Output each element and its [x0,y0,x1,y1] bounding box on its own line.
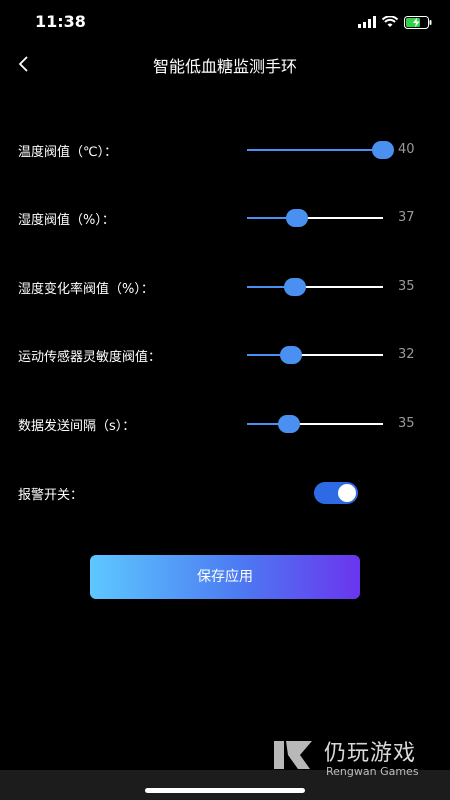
slider-thumb[interactable] [283,278,306,296]
wifi-icon [382,16,398,27]
humidity-change-rate-slider[interactable] [247,278,383,296]
slider-thumb[interactable] [278,415,301,433]
humidity-threshold-slider[interactable] [247,209,383,227]
alarm-toggle[interactable] [314,482,358,504]
battery-charging-icon [404,15,432,29]
setting-row-humidity-change-rate-threshold: 湿度变化率阀值（%）： 35 [0,269,450,305]
watermark-brand-en: Rengwan Games [326,765,419,778]
setting-value: 37 [398,210,415,225]
slider-thumb[interactable] [286,209,309,227]
setting-label: 温度阀值（℃）： [18,145,118,160]
watermark: 仍玩游戏 Rengwan Games [270,733,440,781]
slider-thumb[interactable] [372,141,394,159]
data-send-interval-slider[interactable] [247,415,383,433]
setting-label: 运动传感器灵敏度阀值： [18,350,162,365]
status-bar: 11:38 [0,0,450,44]
status-icons [358,14,432,30]
setting-label: 湿度阀值（%）： [18,213,115,228]
setting-row-motion-sensitivity-threshold: 运动传感器灵敏度阀值： 32 [0,337,450,373]
setting-value: 35 [398,416,415,431]
setting-value: 40 [398,142,415,157]
save-apply-button[interactable]: 保存应用 [90,555,360,599]
slider-fill [247,149,383,151]
setting-label: 湿度变化率阀值（%）： [18,282,154,297]
status-time: 11:38 [35,12,86,31]
nav-bar: 智能低血糖监测手环 [0,44,450,84]
home-indicator[interactable] [145,788,305,793]
temperature-threshold-slider[interactable] [247,141,394,159]
slider-thumb[interactable] [279,346,302,364]
cellular-signal-icon [358,16,376,28]
watermark-brand-cn: 仍玩游戏 [324,741,417,766]
setting-value: 35 [398,279,415,294]
setting-row-alarm-switch: 报警开关： [0,475,450,511]
setting-value: 32 [398,347,415,362]
page-title: 智能低血糖监测手环 [152,57,297,76]
setting-row-temperature-threshold: 温度阀值（℃）： 40 [0,132,450,168]
toggle-knob [338,484,356,502]
rengwan-logo-icon [274,741,312,769]
setting-row-humidity-threshold: 湿度阀值（%）： 37 [0,200,450,236]
alarm-switch-label: 报警开关： [18,488,84,503]
setting-label: 数据发送间隔（s）： [18,419,136,434]
setting-row-data-send-interval: 数据发送间隔（s）： 35 [0,406,450,442]
motion-sensitivity-slider[interactable] [247,346,383,364]
